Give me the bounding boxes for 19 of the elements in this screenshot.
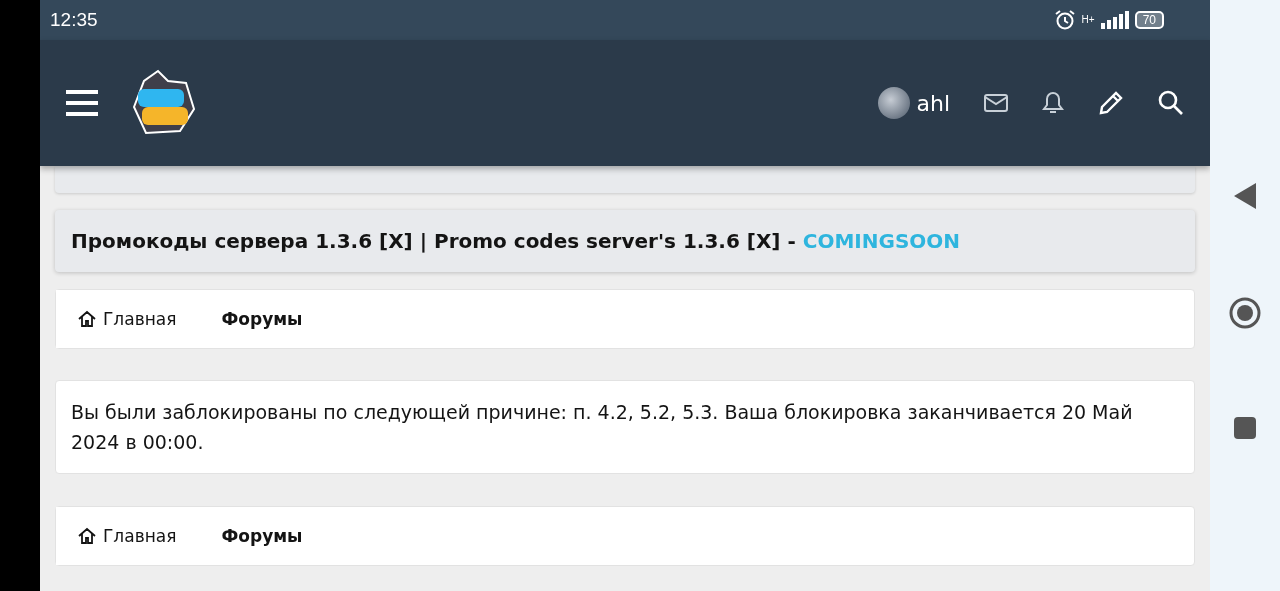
network-type: H+ xyxy=(1081,15,1095,25)
back-icon[interactable] xyxy=(1234,182,1256,209)
search-icon[interactable] xyxy=(1158,90,1184,116)
recents-icon[interactable] xyxy=(1234,416,1256,439)
bell-icon[interactable] xyxy=(1042,91,1064,115)
home-icon xyxy=(77,526,97,546)
user-menu[interactable]: ahl xyxy=(878,87,950,119)
ban-notice: Вы были заблокированы по следующей причине: п. 4.2, 5.2, 5.3. Ваша блокировка заканчивается 20 Май 2024 в 00:00. xyxy=(55,380,1195,474)
home-circle-icon[interactable] xyxy=(1229,296,1261,329)
battery-level: 70 xyxy=(1134,11,1164,29)
home-icon xyxy=(77,309,97,329)
signal-icon xyxy=(1100,11,1129,29)
pencil-icon[interactable] xyxy=(1098,90,1124,116)
promo-title[interactable]: Промокоды сервера 1.3.6 [X] | Promo codes server's 1.3.6 [X] - COMINGSOON xyxy=(55,210,1195,272)
avatar xyxy=(878,87,911,119)
alarm-icon xyxy=(1053,9,1076,31)
clock: 12:35 xyxy=(50,9,98,31)
menu-icon[interactable] xyxy=(66,89,98,117)
mail-icon[interactable] xyxy=(984,93,1008,113)
